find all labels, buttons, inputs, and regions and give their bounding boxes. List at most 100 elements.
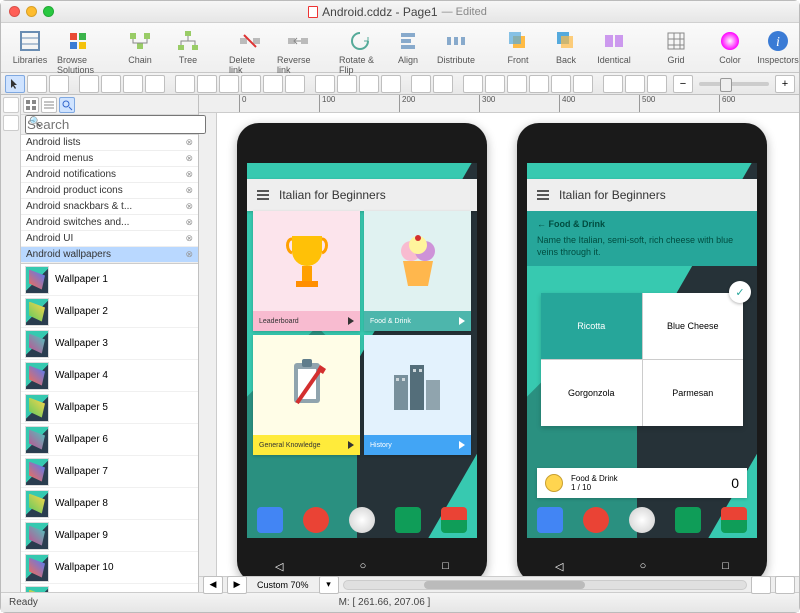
arc-tool-2[interactable]	[337, 75, 357, 93]
close-icon[interactable]: ⊗	[185, 201, 193, 212]
hamburger-icon[interactable]	[537, 190, 549, 200]
grid-button[interactable]: Grid	[655, 27, 697, 65]
zoom-out-button[interactable]: −	[673, 75, 693, 93]
home-nav-icon[interactable]: ○	[640, 560, 647, 573]
grid-toggle[interactable]	[775, 576, 795, 594]
answer-c[interactable]: Gorgonzola	[541, 360, 642, 426]
category-row[interactable]: Android snackbars & t...⊗	[21, 199, 198, 215]
inspectors-button[interactable]: i Inspectors	[757, 27, 799, 65]
dock-icon[interactable]	[257, 507, 283, 533]
layer-tool-3[interactable]	[647, 75, 667, 93]
front-button[interactable]: Front	[497, 27, 539, 65]
delete-link-button[interactable]: Delete link	[229, 27, 271, 75]
hamburger-icon[interactable]	[257, 190, 269, 200]
dock-icon[interactable]	[629, 507, 655, 533]
close-icon[interactable]: ⊗	[185, 249, 193, 260]
group-tool-2[interactable]	[485, 75, 505, 93]
callout-tool[interactable]	[433, 75, 453, 93]
general-card[interactable]: General Knowledge	[253, 335, 360, 455]
lasso-tool[interactable]	[27, 75, 47, 93]
arc-tool-1[interactable]	[315, 75, 335, 93]
category-row[interactable]: Android UI⊗	[21, 231, 198, 247]
category-row[interactable]: Android notifications⊗	[21, 167, 198, 183]
group-tool-3[interactable]	[507, 75, 527, 93]
phone-mockup-2[interactable]: ▲◢▮ 12:30 Italian for Beginners ← Food &…	[517, 123, 767, 576]
edited-indicator[interactable]: — Edited	[442, 6, 487, 18]
distribute-button[interactable]: Distribute	[435, 27, 477, 65]
dock-icon[interactable]	[303, 507, 329, 533]
back-button[interactable]: Back	[545, 27, 587, 65]
line-tool[interactable]	[145, 75, 165, 93]
shape-row[interactable]: Wallpaper 7	[21, 456, 198, 488]
answer-a[interactable]: Ricotta	[541, 293, 642, 359]
ellipse-tool[interactable]	[101, 75, 121, 93]
category-row[interactable]: Android menus⊗	[21, 151, 198, 167]
hand-tool[interactable]	[49, 75, 69, 93]
identical-button[interactable]: Identical	[593, 27, 635, 65]
connector-tool-6[interactable]	[285, 75, 305, 93]
close-window-button[interactable]	[9, 6, 20, 17]
close-icon[interactable]: ⊗	[185, 217, 193, 228]
align-button[interactable]: Align	[387, 27, 429, 65]
rail-pages-button[interactable]	[3, 97, 19, 113]
group-tool-4[interactable]	[529, 75, 549, 93]
shape-row[interactable]: Wallpaper 5	[21, 392, 198, 424]
libraries-button[interactable]: Libraries	[9, 27, 51, 65]
close-icon[interactable]: ⊗	[185, 185, 193, 196]
answer-d[interactable]: Parmesan	[643, 360, 744, 426]
group-tool-5[interactable]	[551, 75, 571, 93]
horizontal-ruler[interactable]: 0100 200300 400500 600	[199, 95, 799, 113]
group-tool-6[interactable]	[573, 75, 593, 93]
zoom-readout[interactable]: Custom 70%	[251, 580, 315, 590]
food-card[interactable]: Food & Drink	[364, 211, 471, 331]
rail-layers-button[interactable]	[3, 115, 19, 131]
reverse-link-button[interactable]: Reverse link	[277, 27, 319, 75]
check-badge[interactable]: ✓	[729, 281, 751, 303]
chain-button[interactable]: Chain	[119, 27, 161, 65]
answer-b[interactable]: Blue Cheese	[643, 293, 744, 359]
zoom-window-button[interactable]	[43, 6, 54, 17]
leaderboard-card[interactable]: Leaderboard	[253, 211, 360, 331]
rect-tool[interactable]	[79, 75, 99, 93]
polygon-tool[interactable]	[123, 75, 143, 93]
page-prev-button[interactable]: ◀	[203, 576, 223, 594]
home-nav-icon[interactable]: ○	[360, 560, 367, 573]
dock-icon[interactable]	[721, 507, 747, 533]
shape-row[interactable]: Wallpaper 8	[21, 488, 198, 520]
dock-icon[interactable]	[675, 507, 701, 533]
color-button[interactable]: Color	[709, 27, 751, 65]
shape-row[interactable]: Wallpaper 3	[21, 328, 198, 360]
canvas[interactable]: ▲ ◢ ▮ 12:30 Italian for Beginners	[217, 113, 799, 576]
connector-tool-2[interactable]	[197, 75, 217, 93]
page-next-button[interactable]: ▶	[227, 576, 247, 594]
category-row[interactable]: Android switches and...⊗	[21, 215, 198, 231]
dock-icon[interactable]	[395, 507, 421, 533]
connector-tool-4[interactable]	[241, 75, 261, 93]
shape-row[interactable]: Wallpaper 6	[21, 424, 198, 456]
close-icon[interactable]: ⊗	[185, 233, 193, 244]
arc-tool-4[interactable]	[381, 75, 401, 93]
recent-nav-icon[interactable]: □	[442, 560, 449, 573]
recent-nav-icon[interactable]: □	[722, 560, 729, 573]
shape-row[interactable]: Wallpaper 4	[21, 360, 198, 392]
back-nav-icon[interactable]: ◁	[275, 560, 283, 573]
close-icon[interactable]: ⊗	[185, 169, 193, 180]
vertical-ruler[interactable]	[199, 113, 217, 576]
view-grid-button[interactable]	[23, 97, 39, 113]
tree-button[interactable]: Tree	[167, 27, 209, 65]
search-input[interactable]	[25, 115, 206, 134]
connector-tool-1[interactable]	[175, 75, 195, 93]
arc-tool-3[interactable]	[359, 75, 379, 93]
phone-mockup-1[interactable]: ▲ ◢ ▮ 12:30 Italian for Beginners	[237, 123, 487, 576]
h-scrollbar[interactable]	[343, 580, 747, 590]
shape-row[interactable]: Wallpaper 1	[21, 264, 198, 296]
snap-toggle[interactable]	[751, 576, 771, 594]
minimize-window-button[interactable]	[26, 6, 37, 17]
back-nav-icon[interactable]: ◁	[555, 560, 563, 573]
zoom-dropdown[interactable]: ▾	[319, 576, 339, 594]
shape-row[interactable]: Wallpaper 11	[21, 584, 198, 592]
zoom-in-button[interactable]: +	[775, 75, 795, 93]
select-tool[interactable]	[5, 75, 25, 93]
close-icon[interactable]: ⊗	[185, 137, 193, 148]
close-icon[interactable]: ⊗	[185, 153, 193, 164]
